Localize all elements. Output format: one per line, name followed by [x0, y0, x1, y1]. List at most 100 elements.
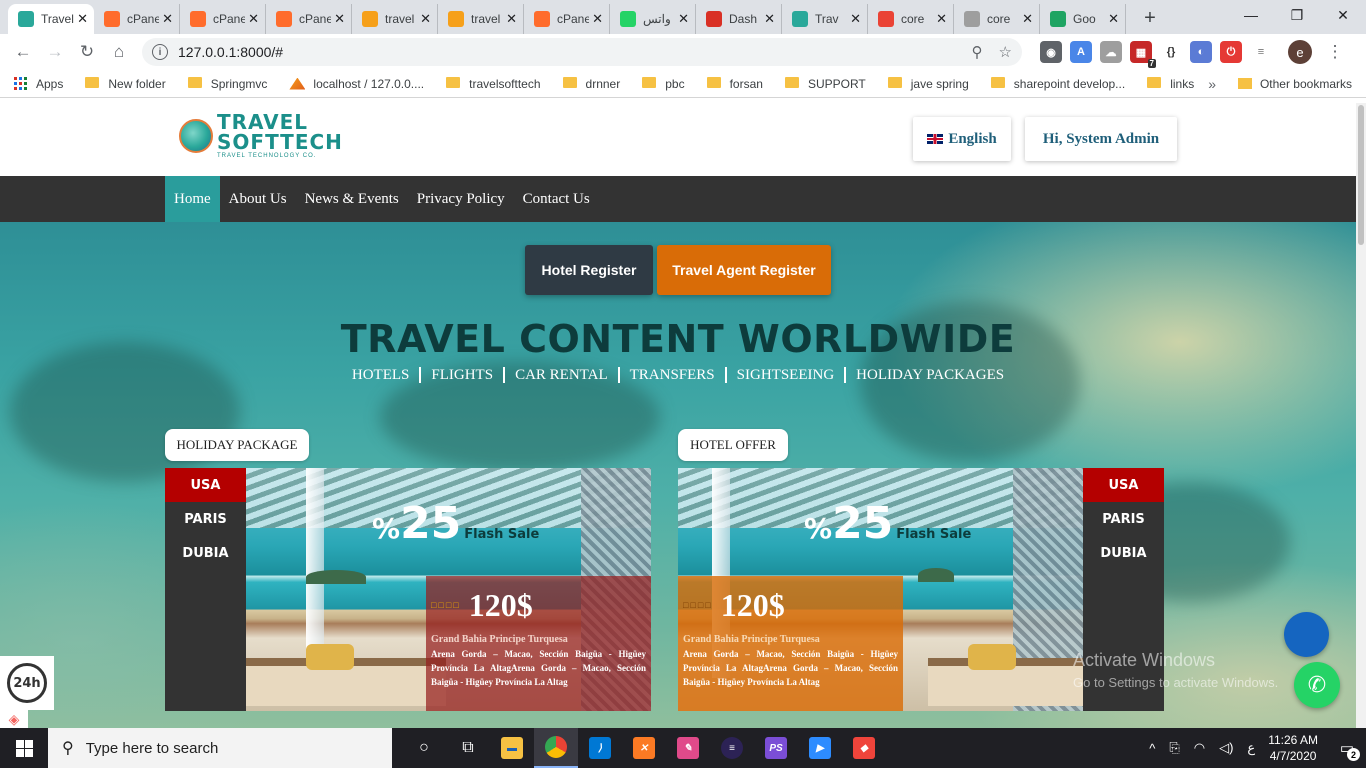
- language-selector[interactable]: English: [913, 117, 1011, 161]
- site-info-icon[interactable]: i: [152, 44, 168, 60]
- extension-icon-badge[interactable]: ▦ 7: [1130, 41, 1156, 68]
- task-view-icon[interactable]: ⧉: [446, 728, 490, 768]
- wifi-icon[interactable]: ◠: [1194, 740, 1205, 756]
- menu-kebab-icon[interactable]: ⋮: [1320, 37, 1350, 67]
- nav-link[interactable]: Contact Us: [514, 176, 599, 222]
- browser-tab[interactable]: Trav ✕: [782, 4, 868, 34]
- close-tab-icon[interactable]: ✕: [334, 11, 345, 27]
- holiday-package-card[interactable]: USA PARIS DUBIA % 25 Flash Sale □□□□ 120…: [165, 468, 651, 711]
- profile-avatar[interactable]: e: [1288, 40, 1312, 64]
- maximize-icon[interactable]: ❐: [1274, 0, 1320, 30]
- close-tab-icon[interactable]: ✕: [1022, 11, 1033, 27]
- chat-icon[interactable]: [1284, 612, 1329, 657]
- service-link[interactable]: FLIGHTS: [419, 367, 503, 383]
- zoom-search-icon[interactable]: ⚲: [972, 43, 983, 61]
- browser-tab[interactable]: Travel ✕: [8, 4, 94, 34]
- input-language[interactable]: ع: [1247, 740, 1255, 756]
- user-menu-button[interactable]: Hi, System Admin: [1025, 117, 1177, 161]
- nav-link[interactable]: Home: [165, 176, 220, 222]
- destination-paris[interactable]: PARIS: [1083, 502, 1164, 536]
- bookmark-item[interactable]: Apps: [14, 77, 63, 91]
- file-explorer-icon[interactable]: ▬: [490, 728, 534, 768]
- extension-icon-json[interactable]: {}: [1160, 41, 1182, 63]
- forward-arrow-icon[interactable]: →: [40, 37, 70, 67]
- bookmark-item[interactable]: SUPPORT: [784, 77, 866, 91]
- close-window-icon[interactable]: ✕: [1320, 0, 1366, 30]
- chrome-icon[interactable]: [534, 728, 578, 768]
- close-tab-icon[interactable]: ✕: [936, 11, 947, 27]
- destination-usa[interactable]: USA: [165, 468, 246, 502]
- bookmark-item[interactable]: forsan: [706, 77, 763, 91]
- browser-tab[interactable]: Dash ✕: [696, 4, 782, 34]
- destination-paris[interactable]: PARIS: [165, 502, 246, 536]
- browser-tab[interactable]: واتس ✕: [610, 4, 696, 34]
- browser-tab[interactable]: cPanel✕: [524, 4, 610, 34]
- extension-icon-globe[interactable]: ◐: [1190, 41, 1212, 63]
- anydesk-icon[interactable]: ◆: [842, 728, 886, 768]
- bookmark-item[interactable]: localhost / 127.0.0....: [289, 77, 424, 91]
- clock[interactable]: 11:26 AM 4/7/2020: [1268, 732, 1318, 764]
- browser-tab[interactable]: cPanel✕: [266, 4, 352, 34]
- extension-icon-power[interactable]: ⏻: [1220, 41, 1242, 63]
- service-link[interactable]: TRANSFERS: [617, 367, 725, 383]
- bookmark-item[interactable]: sharepoint develop...: [990, 77, 1125, 91]
- destination-dubia[interactable]: DUBIA: [1083, 536, 1164, 570]
- close-tab-icon[interactable]: ✕: [420, 11, 431, 27]
- nav-link[interactable]: News & Events: [296, 176, 408, 222]
- service-link[interactable]: CAR RENTAL: [503, 367, 618, 383]
- destination-usa[interactable]: USA: [1083, 468, 1164, 502]
- address-bar[interactable]: i 127.0.0.1:8000/# ⚲ ☆: [142, 38, 1022, 66]
- whatsapp-icon[interactable]: ✆: [1294, 662, 1340, 708]
- hotel-offer-tab[interactable]: HOTEL OFFER: [678, 429, 788, 461]
- browser-tab[interactable]: Goo ✕: [1040, 4, 1126, 34]
- support-24h-icon[interactable]: 24h: [0, 656, 54, 710]
- scrollbar-thumb[interactable]: [1358, 105, 1364, 245]
- close-tab-icon[interactable]: ✕: [850, 11, 861, 27]
- bookmark-item[interactable]: jave spring: [887, 77, 969, 91]
- bookmark-item[interactable]: travelsofttech: [446, 77, 541, 91]
- browser-tab[interactable]: travel ✕: [438, 4, 524, 34]
- extension-icon-translate[interactable]: A: [1070, 41, 1092, 63]
- bookmark-star-icon[interactable]: ☆: [999, 43, 1012, 61]
- tray-expand-icon[interactable]: ^: [1149, 741, 1155, 756]
- zoom-icon[interactable]: ▶: [798, 728, 842, 768]
- browser-tab[interactable]: cPanel✕: [180, 4, 266, 34]
- close-tab-icon[interactable]: ✕: [162, 11, 173, 27]
- browser-tab[interactable]: core ✕: [868, 4, 954, 34]
- network-ethernet-icon[interactable]: ⎘: [1169, 740, 1179, 756]
- start-button[interactable]: [0, 728, 48, 768]
- nav-link[interactable]: About Us: [220, 176, 296, 222]
- browser-tab[interactable]: cPanel✕: [94, 4, 180, 34]
- browser-tab[interactable]: travel ✕: [352, 4, 438, 34]
- close-tab-icon[interactable]: ✕: [678, 11, 689, 27]
- notification-center-icon[interactable]: ▭ 2: [1328, 728, 1366, 768]
- home-icon[interactable]: ⌂: [104, 37, 134, 67]
- minimize-icon[interactable]: —: [1228, 0, 1274, 30]
- service-link[interactable]: HOLIDAY PACKAGES: [844, 367, 1014, 383]
- holiday-package-tab[interactable]: HOLIDAY PACKAGE: [165, 429, 309, 461]
- service-link[interactable]: SIGHTSEEING: [724, 367, 845, 383]
- other-bookmarks[interactable]: Other bookmarks: [1237, 77, 1352, 91]
- bookmark-item[interactable]: New folder: [85, 77, 166, 91]
- bookmark-item[interactable]: drnner: [562, 77, 620, 91]
- browser-tab[interactable]: core ✕: [954, 4, 1040, 34]
- laravel-debug-icon[interactable]: ◈: [0, 710, 28, 728]
- travel-agent-register-button[interactable]: Travel Agent Register: [657, 245, 831, 295]
- bookmark-item[interactable]: pbc: [642, 77, 685, 91]
- taskbar-search[interactable]: ⚲ Type here to search: [48, 728, 392, 768]
- new-tab-button[interactable]: +: [1136, 4, 1164, 32]
- bookmark-item[interactable]: Springmvc: [187, 77, 267, 91]
- close-tab-icon[interactable]: ✕: [764, 11, 775, 27]
- close-tab-icon[interactable]: ✕: [248, 11, 259, 27]
- extension-icon-cloud[interactable]: ☁: [1100, 41, 1122, 63]
- close-tab-icon[interactable]: ✕: [77, 11, 88, 27]
- bookmark-item[interactable]: links: [1147, 77, 1194, 91]
- hotel-register-button[interactable]: Hotel Register: [525, 245, 653, 295]
- bookmarks-overflow-icon[interactable]: »: [1208, 76, 1216, 92]
- volume-icon[interactable]: ◁): [1219, 740, 1233, 756]
- travelsofttech-logo[interactable]: TRAVEL SOFTTECH TRAVEL TECHNOLOGY CO.: [179, 112, 343, 159]
- reload-icon[interactable]: ↻: [72, 37, 102, 67]
- cortana-icon[interactable]: ○: [402, 728, 446, 768]
- xampp-icon[interactable]: ✕: [622, 728, 666, 768]
- close-tab-icon[interactable]: ✕: [1108, 11, 1119, 27]
